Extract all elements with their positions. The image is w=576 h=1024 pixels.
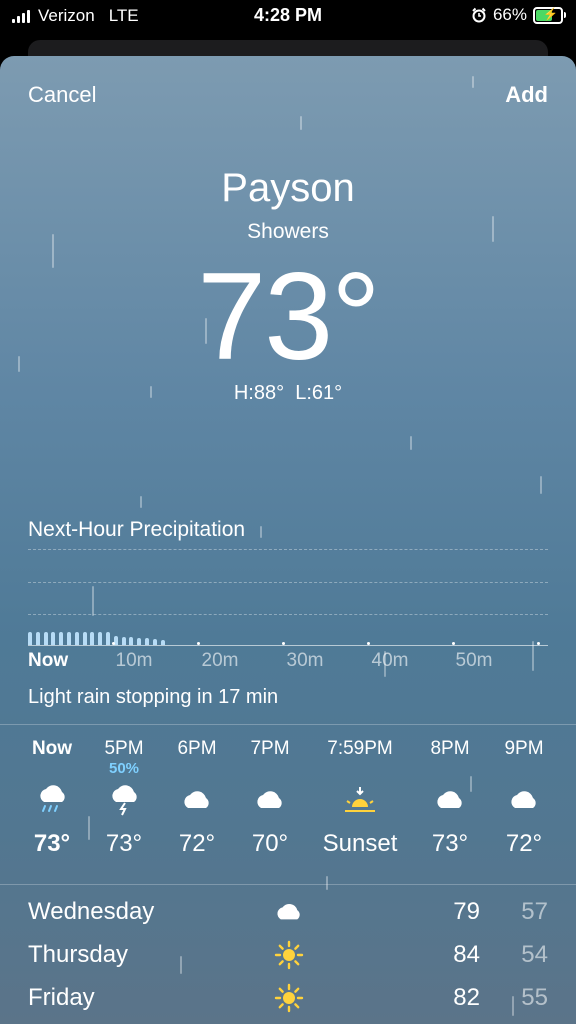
precipitation-bar — [51, 632, 56, 645]
hour-time: 5PM — [104, 738, 144, 759]
hour-time: 7:59PM — [327, 738, 393, 759]
day-high: 82 — [453, 984, 480, 1011]
precipitation-bar — [121, 636, 126, 645]
precipitation-bar — [129, 637, 134, 645]
day-name: Wednesday — [28, 898, 155, 925]
precipitation-bar — [106, 632, 110, 645]
tick-dot — [282, 642, 285, 645]
precipitation-summary: Light rain stopping in 17 min — [28, 686, 279, 708]
precipitation-bar — [137, 637, 142, 645]
precipitation-baseline — [28, 645, 548, 646]
precipitation-chart — [28, 616, 548, 645]
hourly-item: Now 73° — [12, 738, 92, 858]
time-label-20m: 20m — [201, 650, 239, 671]
day-low: 54 — [521, 941, 548, 968]
time-label-40m: 40m — [371, 650, 409, 671]
daily-row: Thursday 84 54 — [28, 937, 548, 973]
day-high: 79 — [453, 898, 480, 925]
hour-temperature: 72° — [505, 830, 543, 857]
hour-temperature: 72° — [178, 830, 216, 857]
high-low-temperature: H:88° L:61° — [233, 382, 343, 404]
alarm-clock-icon — [472, 7, 486, 23]
hour-time: 7PM — [250, 738, 290, 759]
cloud-icon — [230, 780, 310, 820]
hourly-item: 7:59PM Sunset — [320, 738, 400, 858]
hour-temperature: 70° — [251, 830, 289, 857]
daily-row: Wednesday 79 57 — [28, 894, 548, 930]
day-high: 84 — [453, 941, 480, 968]
precipitation-title: Next-Hour Precipitation — [28, 518, 246, 541]
current-condition: Showers — [247, 220, 329, 243]
hour-temperature: 73° — [33, 830, 71, 857]
cloud-icon — [271, 894, 307, 930]
day-name: Friday — [28, 984, 95, 1011]
tick-dot — [367, 642, 370, 645]
cancel-button[interactable]: Cancel — [28, 82, 96, 108]
precipitation-bar — [28, 632, 32, 645]
day-name: Thursday — [28, 941, 129, 968]
add-button[interactable]: Add — [505, 82, 548, 108]
hourly-item: 7PM 70° — [230, 738, 310, 858]
daily-row: Friday 82 55 — [28, 980, 548, 1016]
precipitation-bar — [90, 632, 95, 645]
hour-temperature: 73° — [105, 830, 143, 857]
hour-time: 9PM — [504, 738, 544, 759]
precipitation-bar — [43, 632, 48, 645]
battery-charging-icon: ⚡ — [533, 6, 563, 24]
precipitation-bar — [98, 632, 103, 645]
battery-percentage: 66% — [492, 5, 527, 24]
precipitation-bar — [59, 632, 64, 645]
tick-dot — [537, 642, 540, 645]
precipitation-bar — [145, 638, 149, 645]
precipitation-bar — [74, 632, 79, 645]
day-low: 57 — [521, 898, 548, 925]
status-bar: Verizon LTE 4:28 PM 66% ⚡ — [0, 0, 576, 32]
precipitation-chance: 50% — [108, 760, 140, 777]
hour-time: Now — [31, 738, 73, 759]
precipitation-grid-line — [28, 549, 548, 550]
current-temperature: 73° — [197, 248, 381, 386]
sunset-label: Sunset — [322, 830, 398, 857]
tick-dot — [452, 642, 455, 645]
hour-temperature: 73° — [431, 830, 469, 857]
tick-dot — [197, 642, 200, 645]
time-label-10m: 10m — [115, 650, 153, 671]
day-low: 55 — [521, 984, 548, 1011]
precipitation-bar — [82, 632, 87, 645]
precipitation-chance — [484, 760, 564, 780]
time-label-50m: 50m — [455, 650, 493, 671]
precipitation-bar — [67, 632, 71, 645]
rain-cloud-icon — [12, 780, 92, 820]
precipitation-grid-line — [28, 582, 548, 583]
precipitation-chance — [230, 760, 310, 780]
section-divider — [0, 724, 576, 725]
time-label-30m: 30m — [286, 650, 324, 671]
section-divider — [0, 884, 576, 885]
hourly-item: 5PM 50% 73° — [84, 738, 164, 858]
thunderstorm-cloud-icon — [84, 780, 164, 820]
sun-icon — [271, 980, 307, 1016]
tick-dot — [112, 642, 115, 645]
precipitation-chance — [157, 760, 237, 780]
precipitation-chance — [410, 760, 490, 780]
cloud-icon — [410, 780, 490, 820]
precipitation-grid-line — [28, 614, 548, 615]
hour-time: 6PM — [177, 738, 217, 759]
cloud-icon — [157, 780, 237, 820]
sunset-icon — [320, 780, 400, 820]
time-label-now: Now — [28, 650, 69, 671]
precipitation-chance — [320, 760, 400, 780]
city-name: Payson — [221, 166, 355, 210]
hourly-item: 8PM 73° — [410, 738, 490, 858]
sun-icon — [271, 937, 307, 973]
precipitation-chance — [12, 760, 92, 780]
hourly-item: 9PM 72° — [484, 738, 564, 858]
hour-time: 8PM — [430, 738, 470, 759]
weather-sheet: Cancel Add Payson Showers 73° H:88° L:61… — [0, 56, 576, 1024]
precipitation-bar — [35, 632, 40, 645]
hourly-item: 6PM 72° — [157, 738, 237, 858]
cloud-icon — [484, 780, 564, 820]
